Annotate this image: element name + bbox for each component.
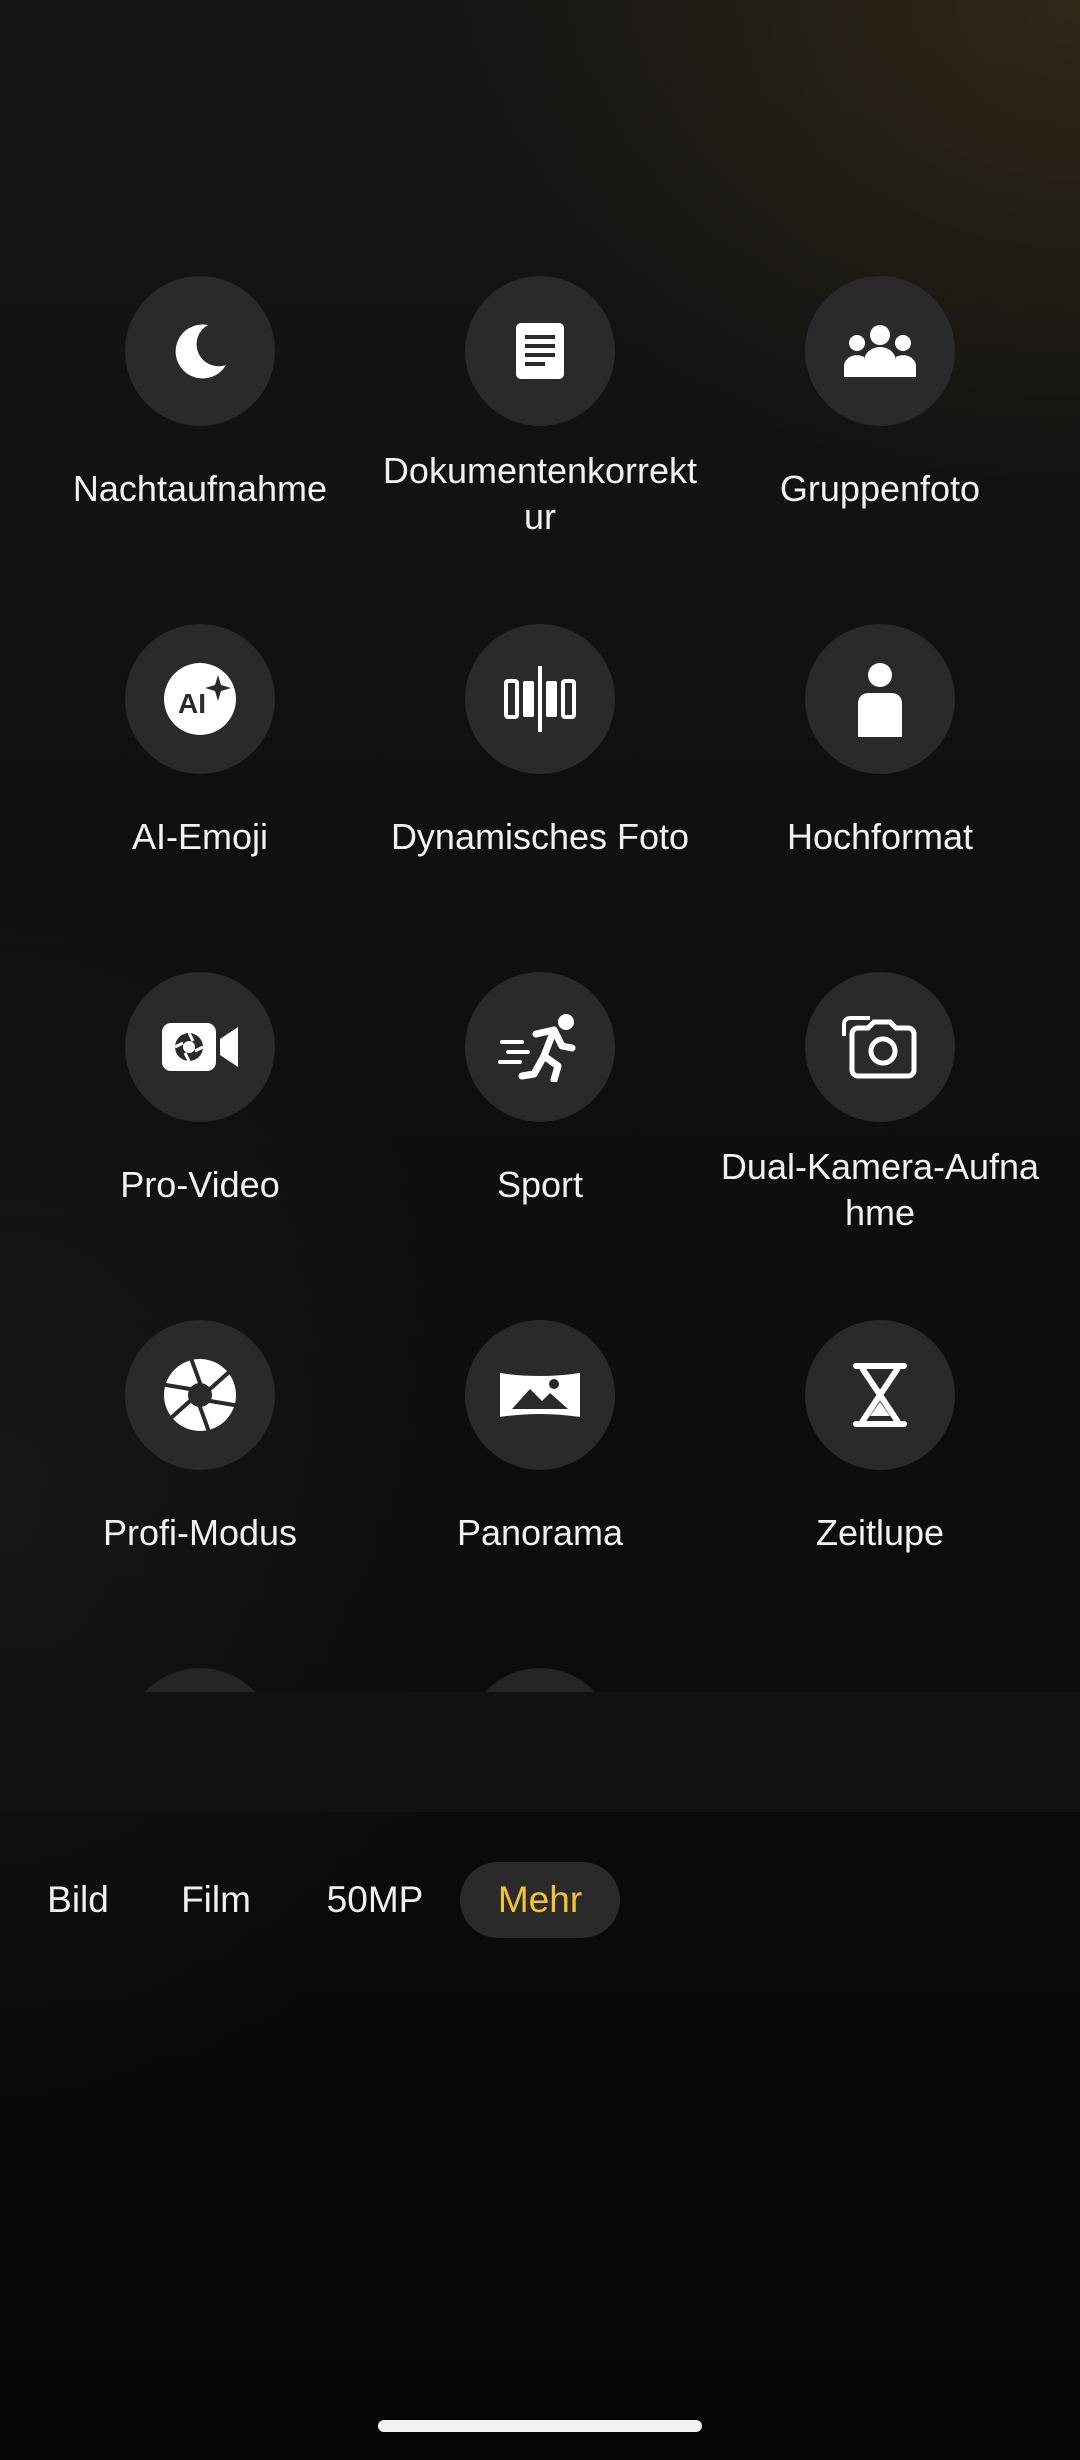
mode-tab-bar: Bild Film 50MP Mehr bbox=[0, 1862, 1080, 1938]
mode-label: Gruppenfoto bbox=[779, 468, 981, 509]
mode-zeitlupe[interactable]: Zeitlupe bbox=[710, 1320, 1050, 1556]
dynamic-photo-icon bbox=[465, 624, 615, 774]
tab-50mp[interactable]: 50MP bbox=[312, 1862, 438, 1938]
mode-label: Sport bbox=[496, 1164, 584, 1205]
camera-mode-grid: Nachtaufnahme Dokumentenkorrektur Gruppe… bbox=[0, 0, 1080, 1700]
hourglass-icon bbox=[805, 1320, 955, 1470]
ai-emoji-icon: AI bbox=[125, 624, 275, 774]
document-icon bbox=[465, 276, 615, 426]
group-icon bbox=[805, 276, 955, 426]
mode-pro-video[interactable]: Pro-Video bbox=[30, 972, 370, 1208]
mode-label: Panorama bbox=[456, 1512, 624, 1553]
aperture-icon bbox=[125, 1320, 275, 1470]
mode-ai-emoji[interactable]: AI AI-Emoji bbox=[30, 624, 370, 860]
mode-label: Pro-Video bbox=[120, 1164, 280, 1205]
mode-label: Nachtaufnahme bbox=[72, 468, 328, 509]
running-person-icon bbox=[465, 972, 615, 1122]
mode-label: AI-Emoji bbox=[131, 816, 269, 857]
mode-label: Dynamisches Foto bbox=[390, 816, 690, 857]
mode-dokumentenkorrektur[interactable]: Dokumentenkorrektur bbox=[370, 276, 710, 540]
mode-hochformat[interactable]: Hochformat bbox=[710, 624, 1050, 860]
mode-label: Dual-Kamera-Aufnahme bbox=[720, 1146, 1040, 1233]
mode-label: Profi-Modus bbox=[102, 1512, 298, 1553]
panorama-icon bbox=[465, 1320, 615, 1470]
mode-label: Zeitlupe bbox=[815, 1512, 945, 1553]
pro-video-icon bbox=[125, 972, 275, 1122]
mode-gruppenfoto[interactable]: Gruppenfoto bbox=[710, 276, 1050, 512]
svg-text:AI: AI bbox=[178, 688, 206, 719]
mode-label: Hochformat bbox=[786, 816, 974, 857]
mode-panorama[interactable]: Panorama bbox=[370, 1320, 710, 1556]
mode-dual-kamera[interactable]: Dual-Kamera-Aufnahme bbox=[710, 972, 1050, 1236]
mode-profi-modus[interactable]: Profi-Modus bbox=[30, 1320, 370, 1556]
mode-label: Dokumentenkorrektur bbox=[382, 450, 698, 537]
tab-bild[interactable]: Bild bbox=[28, 1862, 128, 1938]
home-indicator[interactable] bbox=[378, 2420, 702, 2432]
portrait-person-icon bbox=[805, 624, 955, 774]
tab-film[interactable]: Film bbox=[166, 1862, 266, 1938]
mode-nachtaufnahme[interactable]: Nachtaufnahme bbox=[30, 276, 370, 512]
grid-fade bbox=[0, 1692, 1080, 1812]
moon-icon bbox=[125, 276, 275, 426]
mode-dynamisches-foto[interactable]: Dynamisches Foto bbox=[370, 624, 710, 860]
dual-camera-icon bbox=[805, 972, 955, 1122]
mode-sport[interactable]: Sport bbox=[370, 972, 710, 1208]
tab-mehr[interactable]: Mehr bbox=[460, 1862, 620, 1938]
